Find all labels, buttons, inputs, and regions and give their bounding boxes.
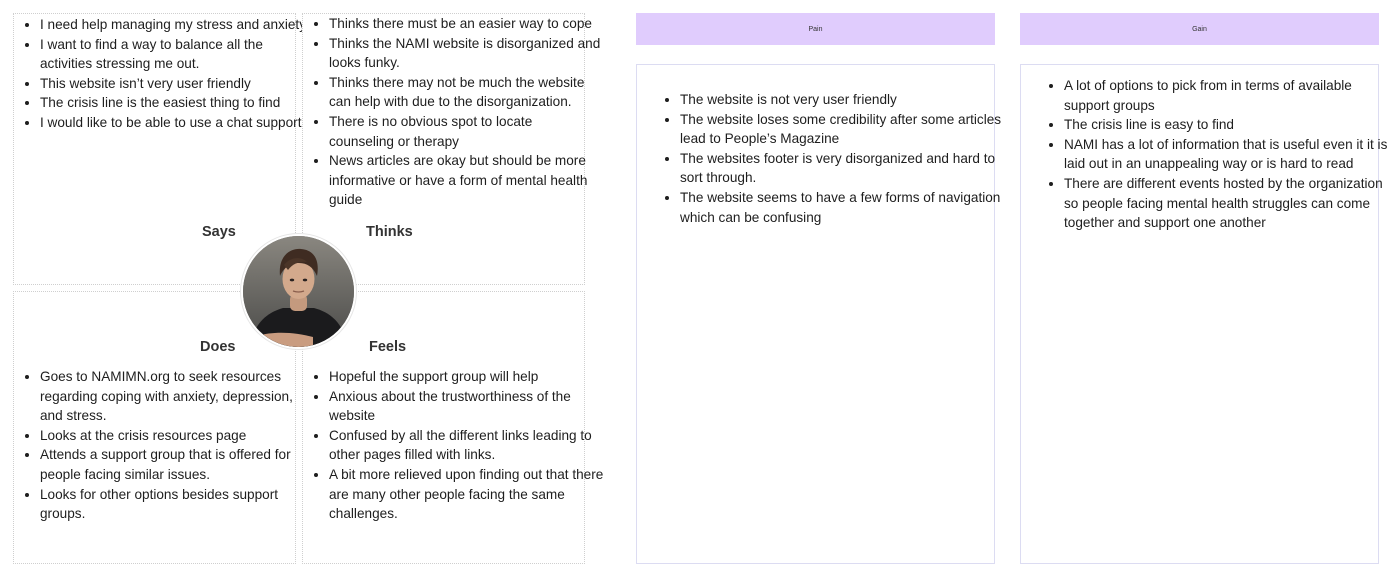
says-item: I want to find a way to balance all the … [40,35,312,74]
pain-header: Pain [636,13,995,45]
thinks-item: There is no obvious spot to locate couns… [329,112,601,151]
does-item: Attends a support group that is offered … [40,445,310,484]
does-list: Goes to NAMIMN.org to seek resources reg… [20,367,310,524]
feels-item: Anxious about the trustworthiness of the… [329,387,607,426]
pain-header-label: Pain [808,25,823,33]
says-list: I need help managing my stress and anxie… [20,15,312,133]
avatar-illustration [243,236,354,347]
does-title: Does [200,339,236,355]
pain-item: The website is not very user friendly [680,90,1015,110]
says-item: I would like to be able to use a chat su… [40,113,312,133]
thinks-item: Thinks there must be an easier way to co… [329,14,601,34]
pain-list: The website is not very user friendly Th… [660,90,1015,227]
feels-title: Feels [369,339,407,355]
pain-panel: The website is not very user friendly Th… [636,64,1001,564]
pain-item: The website seems to have a few forms of… [680,188,1015,227]
person-photo-icon [241,234,356,349]
gain-panel: A lot of options to pick from in terms o… [1020,64,1387,564]
feels-item: Confused by all the different links lead… [329,426,607,465]
thinks-item: Thinks there may not be much the website… [329,73,601,112]
pain-item: The website loses some credibility after… [680,110,1015,149]
does-item: Looks for other options besides support … [40,485,310,524]
feels-item: Hopeful the support group will help [329,367,607,387]
thinks-item: News articles are okay but should be mor… [329,151,601,210]
gain-item: The crisis line is easy to find [1064,115,1394,135]
gain-header: Gain [1020,13,1379,45]
says-quadrant: I need help managing my stress and anxie… [13,13,309,285]
gain-list: A lot of options to pick from in terms o… [1044,76,1394,233]
feels-quadrant: Feels Hopeful the support group will hel… [302,291,603,564]
thinks-item: Thinks the NAMI website is disorganized … [329,34,601,73]
thinks-list: Thinks there must be an easier way to co… [309,14,601,210]
does-item: Goes to NAMIMN.org to seek resources reg… [40,367,310,426]
persona-board: I need help managing my stress and anxie… [0,0,1394,576]
thinks-quadrant: Thinks there must be an easier way to co… [302,13,600,285]
does-item: Looks at the crisis resources page [40,426,310,446]
pain-item: The websites footer is very disorganized… [680,149,1015,188]
says-item: I need help managing my stress and anxie… [40,15,312,35]
gain-header-label: Gain [1192,25,1207,33]
feels-list: Hopeful the support group will help Anxi… [309,367,607,524]
says-item: This website isn’t very user friendly [40,74,312,94]
gain-item: There are different events hosted by the… [1064,174,1394,233]
gain-item: NAMI has a lot of information that is us… [1064,135,1394,174]
feels-item: A bit more relieved upon finding out tha… [329,465,607,524]
thinks-title: Thinks [366,224,413,240]
says-title: Says [202,224,236,240]
gain-item: A lot of options to pick from in terms o… [1064,76,1394,115]
says-item: The crisis line is the easiest thing to … [40,93,312,113]
does-quadrant: Does Goes to NAMIMN.org to seek resource… [13,291,296,564]
